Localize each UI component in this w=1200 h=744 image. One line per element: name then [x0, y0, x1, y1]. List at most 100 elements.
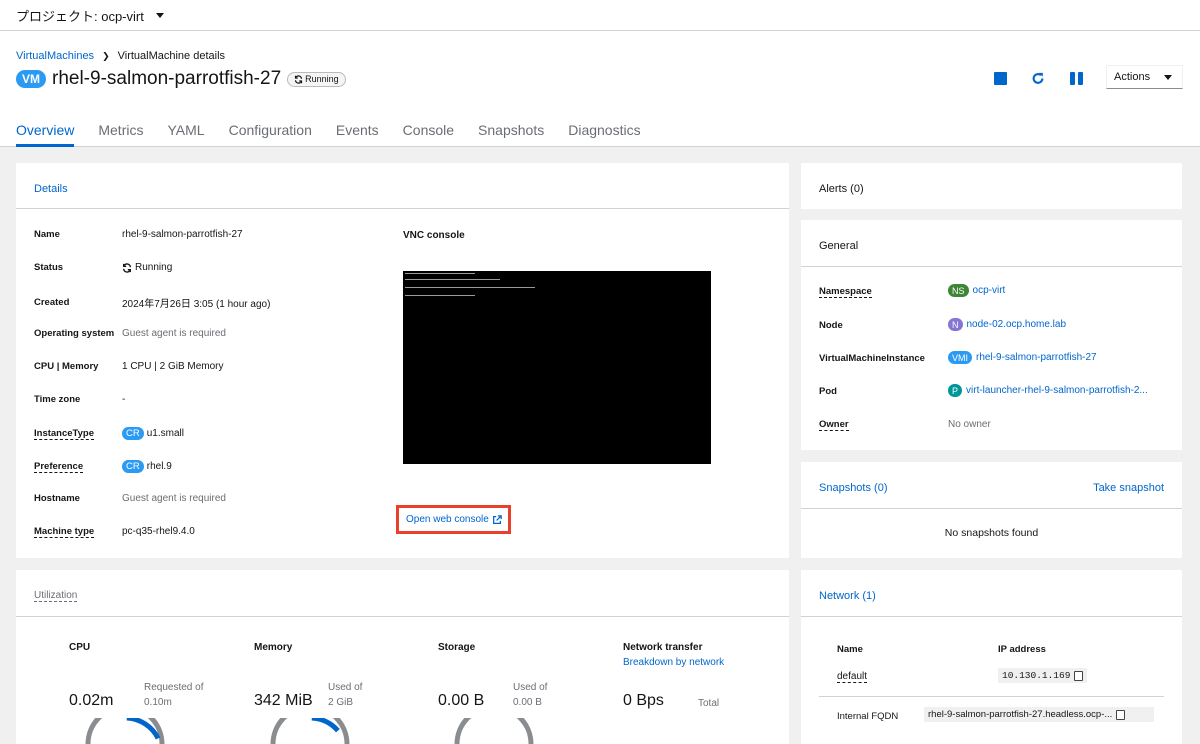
actions-dropdown[interactable]: Actions [1106, 65, 1183, 89]
network-row-name: default [837, 671, 868, 683]
divider [801, 616, 1182, 617]
breadcrumb-current: VirtualMachine details [117, 50, 226, 62]
node-badge: N [948, 318, 963, 331]
project-label: プロジェクト: ocp-virt [16, 8, 144, 24]
breadcrumb: VirtualMachines ❯ VirtualMachine details [16, 50, 225, 62]
snapshots-empty-text: No snapshots found [944, 527, 1039, 539]
tab-configuration[interactable]: Configuration [229, 115, 312, 146]
pod-value: P virt-launcher-rhel-9-salmon-parrotfish… [948, 384, 1148, 397]
tab-bar: Overview Metrics YAML Configuration Even… [0, 115, 1200, 147]
chevron-down-icon [1164, 75, 1172, 80]
cpu-sub-label: Requested of [144, 682, 204, 693]
vm-badge: VM [16, 70, 46, 88]
page-title: rhel-9-salmon-parrotfish-27 [52, 68, 282, 89]
detail-value: Running [135, 262, 173, 273]
tab-events[interactable]: Events [336, 115, 379, 146]
network-title[interactable]: Network (1) [819, 590, 876, 602]
vmi-value: VMI rhel-9-salmon-parrotfish-27 [948, 351, 1097, 364]
project-selector[interactable]: プロジェクト: ocp-virt [0, 0, 1200, 31]
detail-label: Preference [34, 461, 122, 473]
copy-icon[interactable] [1074, 670, 1084, 681]
namespace-link[interactable]: ocp-virt [973, 285, 1006, 296]
general-label-owner: Owner [819, 419, 849, 431]
memory-donut [270, 718, 350, 744]
network-row-ip: 10.130.1.169 [998, 668, 1088, 683]
pod-badge: P [948, 384, 963, 397]
general-label-namespace: Namespace [819, 286, 872, 298]
open-web-console-link[interactable]: Open web console [396, 505, 511, 534]
cpu-sub: Requested of 0.10m [144, 680, 204, 710]
instancetype-link[interactable]: u1.small [147, 428, 184, 439]
detail-label: Name [34, 229, 60, 240]
storage-donut-track [454, 718, 534, 744]
storage-sub: Used of 0.00 B [513, 680, 547, 710]
memory-sub: Used of 2 GiB [328, 680, 362, 710]
cpu-label: CPU [69, 642, 91, 653]
network-value: 0 Bps [623, 692, 664, 709]
general-label-node: Node [819, 320, 843, 331]
detail-status-link[interactable]: Running [122, 262, 172, 273]
detail-value: Guest agent is required [122, 493, 226, 504]
open-web-console-label: Open web console [406, 514, 489, 525]
detail-label: Operating system [34, 328, 115, 339]
pause-icon[interactable] [1069, 71, 1083, 85]
general-card: General Namespace NS ocp-virt Node N nod… [801, 220, 1182, 450]
network-col-name: Name [837, 644, 863, 655]
restart-icon[interactable] [1031, 71, 1045, 85]
divider [16, 616, 789, 617]
tab-metrics[interactable]: Metrics [98, 115, 143, 146]
take-snapshot-button[interactable]: Take snapshot [1093, 482, 1164, 494]
owner-value: No owner [948, 419, 991, 430]
utilization-title: Utilization [34, 590, 78, 602]
network-transfer-label: Network transfer [623, 642, 703, 653]
storage-sub-value: 0.00 B [513, 697, 542, 708]
breadcrumb-link-virtualmachines[interactable]: VirtualMachines [16, 50, 94, 62]
details-card-title[interactable]: Details [34, 183, 68, 195]
tab-yaml[interactable]: YAML [167, 115, 204, 146]
vmi-link[interactable]: rhel-9-salmon-parrotfish-27 [976, 352, 1097, 363]
tab-diagnostics[interactable]: Diagnostics [568, 115, 640, 146]
node-value: N node-02.ocp.home.lab [948, 318, 1066, 331]
chevron-down-icon [155, 12, 164, 18]
tab-snapshots[interactable]: Snapshots [478, 115, 544, 146]
fqdn-value: rhel-9-salmon-parrotfish-27.headless.ocp… [928, 709, 1113, 720]
detail-label: CPU | Memory [34, 361, 99, 372]
page-title-row: VM rhel-9-salmon-parrotfish-27 Running [16, 68, 346, 90]
vnc-console-screen[interactable] [403, 271, 711, 464]
tab-console[interactable]: Console [403, 115, 454, 146]
external-link-icon [492, 514, 502, 524]
fqdn-label: Internal FQDN [837, 711, 899, 722]
memory-label: Memory [254, 642, 293, 653]
general-label-pod: Pod [819, 386, 837, 397]
stop-icon[interactable] [993, 71, 1007, 85]
detail-row-timezone: Time zone - [34, 394, 125, 405]
actions-label: Actions [1114, 71, 1151, 83]
detail-row-preference: Preference CR rhel.9 [34, 460, 172, 473]
divider [801, 508, 1182, 509]
storage-value: 0.00 B [438, 692, 485, 709]
snapshots-title[interactable]: Snapshots (0) [819, 482, 887, 494]
pod-link[interactable]: virt-launcher-rhel-9-salmon-parrotfish-2… [966, 385, 1148, 396]
detail-label: InstanceType [34, 428, 122, 440]
general-title: General [819, 240, 859, 252]
breakdown-by-network-link[interactable]: Breakdown by network [623, 657, 724, 668]
detail-value: rhel-9-salmon-parrotfish-27 [122, 229, 243, 240]
alerts-title[interactable]: Alerts (0) [819, 183, 864, 195]
cr-badge: CR [122, 460, 144, 473]
detail-label: Hostname [34, 493, 80, 504]
memory-sub-value: 2 GiB [328, 697, 354, 708]
tab-overview[interactable]: Overview [16, 115, 75, 147]
detail-row-hostname: Hostname Guest agent is required [34, 493, 226, 504]
vmi-badge: VMI [948, 351, 973, 364]
divider [819, 696, 1164, 697]
detail-value: 1 CPU | 2 GiB Memory [122, 361, 224, 372]
divider [801, 266, 1182, 267]
copy-icon[interactable] [1116, 709, 1126, 720]
detail-value: pc-q35-rhel9.4.0 [122, 526, 195, 537]
cpu-value: 0.02m [69, 692, 114, 709]
storage-donut [454, 718, 534, 744]
detail-label-text: InstanceType [34, 428, 95, 440]
divider [16, 208, 789, 209]
preference-link[interactable]: rhel.9 [147, 461, 172, 472]
node-link[interactable]: node-02.ocp.home.lab [967, 319, 1067, 330]
